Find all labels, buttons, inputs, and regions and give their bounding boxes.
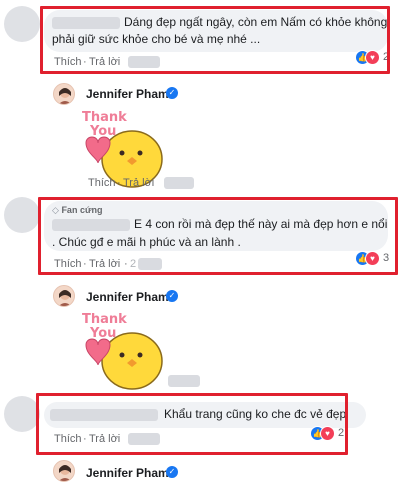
sticker-line1: Thank <box>82 312 127 327</box>
sticker-line1: Thank <box>82 110 127 125</box>
separator: · <box>117 177 121 189</box>
commenter-avatar[interactable] <box>4 197 40 233</box>
highlight-box <box>36 393 348 455</box>
verified-icon: ✓ <box>166 87 178 99</box>
verified-icon: ✓ <box>166 466 178 478</box>
like-link[interactable]: Thích <box>88 177 116 189</box>
thank-you-sticker: Thank You <box>82 312 163 390</box>
timestamp-redacted <box>168 375 200 387</box>
jennifer-avatar[interactable] <box>53 83 75 105</box>
author-name[interactable]: Jennifer Pham <box>86 87 169 101</box>
author-name[interactable]: Jennifer Pham <box>86 466 169 480</box>
jennifer-avatar[interactable] <box>53 460 75 482</box>
highlight-box <box>38 197 398 275</box>
author-name[interactable]: Jennifer Pham <box>86 290 169 304</box>
timestamp-redacted <box>164 177 194 189</box>
jennifer-avatar[interactable] <box>53 285 75 307</box>
verified-icon: ✓ <box>166 290 178 302</box>
commenter-avatar[interactable] <box>4 396 40 432</box>
highlight-box <box>40 6 390 74</box>
commenter-avatar[interactable] <box>4 6 40 42</box>
reply-link[interactable]: Trả lời <box>123 177 154 189</box>
